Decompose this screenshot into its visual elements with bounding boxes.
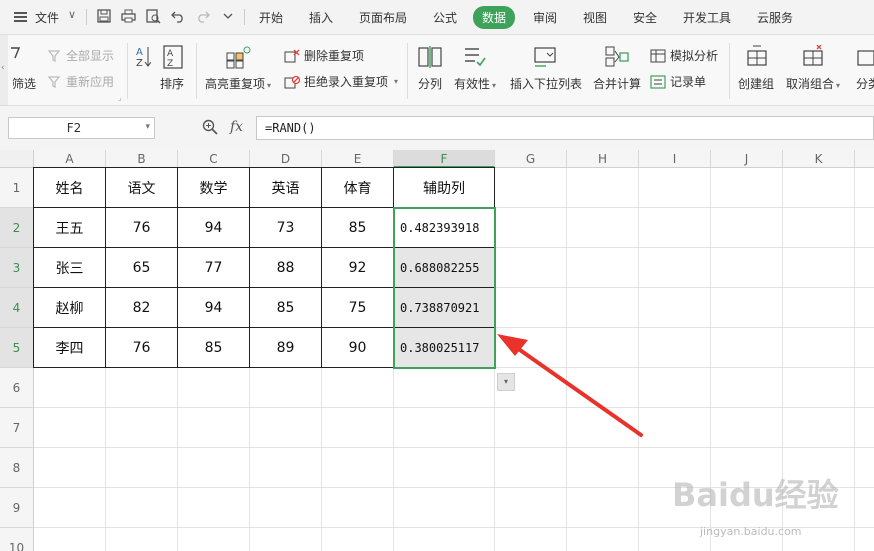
subtotal-button[interactable]: 分类 [856,75,874,92]
show-all-button[interactable]: 全部显示 [48,47,114,64]
customize-toolbar-icon[interactable] [220,8,236,24]
validity-button[interactable]: 有效性 ▾ [454,75,496,92]
funnel-refresh-icon [48,75,61,88]
chevron-down-icon[interactable]: ▾ [145,122,150,132]
svg-text:A: A [167,49,174,59]
baidu-watermark-url: jingyan.baidu.com [700,525,802,538]
tab-review[interactable]: 审阅 [533,9,557,26]
create-group-button[interactable]: 创建组 [738,75,774,92]
divider [86,9,87,25]
tab-cloud[interactable]: 云服务 [757,9,793,26]
insert-dropdown-icon[interactable] [534,45,558,72]
tab-page-layout[interactable]: 页面布局 [359,9,407,26]
divider [196,43,197,99]
svg-text:Z: Z [136,58,143,69]
tab-developer[interactable]: 开发工具 [683,9,731,26]
ribbon: ‹ 筛选 全部显示 重新应用 AZ AZ 排序 高亮重复项 ▾ 删除重复项 拒绝录… [0,35,874,106]
menu-bar: 文件 ∨ 开始 插入 页面布局 公式 数据 审阅 视图 安全 开发工具 云服务 [0,0,874,35]
tab-security[interactable]: 安全 [633,9,657,26]
sort-button[interactable]: 排序 [160,75,184,92]
formula-bar: F2 ▾ fx =RAND() [0,106,874,151]
validity-icon[interactable] [463,45,487,72]
svg-text:A: A [136,47,143,58]
split-columns-icon[interactable] [418,45,442,72]
divider [244,9,245,25]
cell-reference: F2 [66,121,82,135]
undo-icon[interactable] [170,8,186,24]
print-icon[interactable] [120,8,136,24]
divider [729,43,730,99]
tab-formulas[interactable]: 公式 [433,9,457,26]
chevron-down-icon[interactable]: ∨ [68,8,76,21]
sort-icon[interactable]: AZ [163,45,183,72]
svg-text:Z: Z [167,59,173,69]
name-box[interactable]: F2 ▾ [8,117,155,139]
reject-duplicates-button[interactable]: 拒绝录入重复项 ▾ [284,73,398,90]
simulate-icon [650,49,666,62]
zoom-formula-icon[interactable] [202,119,218,138]
save-icon[interactable] [96,8,112,24]
caret-down-icon: ▾ [836,81,841,90]
caret-down-icon: ▾ [267,81,272,90]
divider [127,43,128,99]
record-form-icon [650,74,666,89]
highlight-duplicates-icon[interactable] [226,45,252,72]
reject-duplicates-icon [284,75,300,88]
split-columns-button[interactable]: 分列 [418,75,442,92]
delete-duplicates-icon [284,49,300,62]
ribbon-scroll-left[interactable]: ‹ [0,35,8,105]
sort-ascending-icon[interactable]: AZ [135,45,152,72]
hamburger-icon[interactable] [14,12,27,22]
tab-insert[interactable]: 插入 [309,9,333,26]
spreadsheet-grid: A B C D E F G H I J K 1 2 3 4 5 6 7 8 9 … [0,150,874,551]
reapply-button[interactable]: 重新应用 [48,73,114,90]
filter-icon[interactable] [10,47,20,59]
funnel-icon [48,49,61,62]
formula-input[interactable]: =RAND() [256,116,874,140]
filter-button[interactable]: 筛选 [12,75,36,92]
record-form-button[interactable]: 记录单 [650,73,706,90]
what-if-analysis-button[interactable]: 模拟分析 [650,47,718,64]
consolidate-button[interactable]: 合并计算 [593,75,641,92]
create-group-icon[interactable] [745,45,769,72]
insert-function-button[interactable]: fx [230,119,243,135]
caret-down-icon: ▾ [394,77,399,86]
tab-data[interactable]: 数据 [473,6,516,29]
tab-view[interactable]: 视图 [583,9,607,26]
consolidate-icon[interactable] [605,45,629,72]
ungroup-icon[interactable] [801,44,825,72]
divider [407,43,408,99]
print-preview-icon[interactable] [145,8,161,24]
subtotal-icon[interactable] [856,45,874,72]
redo-icon[interactable] [195,8,211,24]
baidu-watermark-logo: Baidu经验 [672,476,839,514]
formula-text: =RAND() [265,121,316,135]
highlight-duplicates-button[interactable]: 高亮重复项 ▾ [205,75,271,92]
ungroup-button[interactable]: 取消组合 ▾ [786,75,840,92]
file-menu[interactable]: 文件 [35,9,59,26]
dialog-launcher-icon[interactable]: ⌟ [118,93,122,102]
delete-duplicates-button[interactable]: 删除重复项 [284,47,364,64]
tab-home[interactable]: 开始 [259,9,283,26]
caret-down-icon: ▾ [492,81,497,90]
insert-dropdown-button[interactable]: 插入下拉列表 [510,75,582,92]
